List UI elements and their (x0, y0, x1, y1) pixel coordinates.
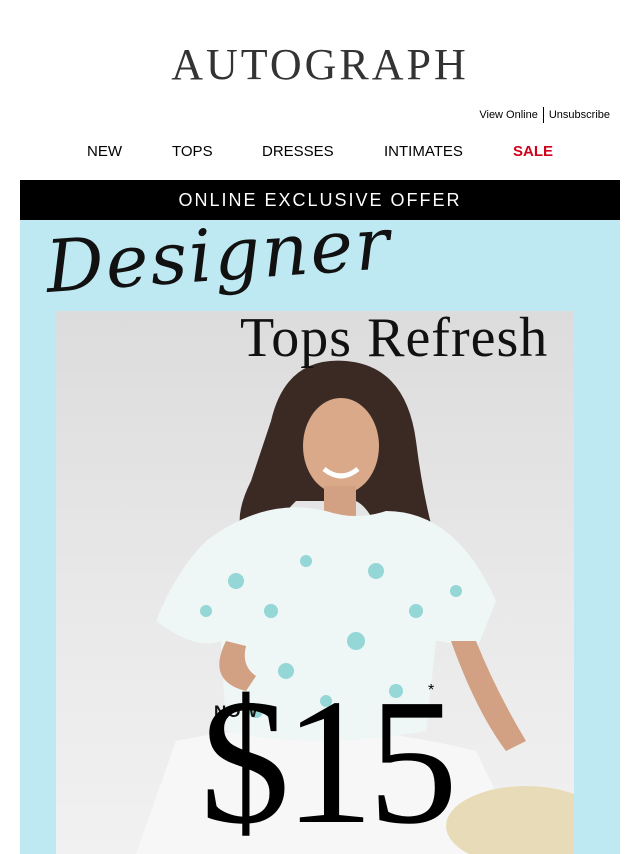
link-divider (542, 107, 544, 123)
hero-banner[interactable]: Designer Tops Refresh NOW $15 * (20, 220, 620, 854)
hero-title: Tops Refresh (240, 307, 549, 369)
nav-item-tops[interactable]: TOPS (172, 142, 213, 162)
main-nav: NEW TOPS DRESSES INTIMATES SALE (0, 142, 640, 162)
view-online-link[interactable]: View Online (479, 107, 538, 123)
price-footnote-marker: * (428, 682, 435, 699)
brand-logo[interactable]: AUTOGRAPH (0, 40, 640, 90)
nav-item-dresses[interactable]: DRESSES (262, 142, 334, 162)
utility-links: View Online Unsubscribe (479, 107, 610, 123)
hero-script-title: Designer (43, 220, 394, 309)
price: $15 (200, 662, 458, 854)
unsubscribe-link[interactable]: Unsubscribe (549, 107, 610, 123)
nav-item-new[interactable]: NEW (87, 142, 122, 162)
nav-item-intimates[interactable]: INTIMATES (384, 142, 463, 162)
nav-item-sale[interactable]: SALE (513, 142, 553, 162)
offer-banner[interactable]: ONLINE EXCLUSIVE OFFER (20, 180, 620, 220)
